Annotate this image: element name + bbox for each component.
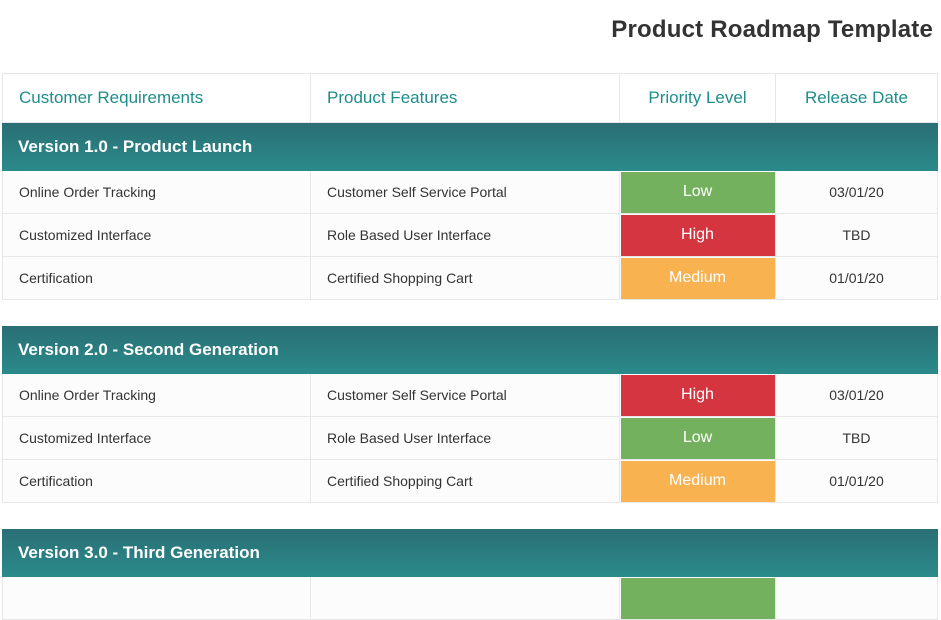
priority-badge: High <box>620 374 775 416</box>
table-row: Online Order Tracking Customer Self Serv… <box>2 171 938 214</box>
requirement-cell[interactable]: Online Order Tracking <box>2 171 311 214</box>
feature-cell[interactable] <box>311 577 620 620</box>
header-product-features: Product Features <box>311 73 620 123</box>
date-cell[interactable]: 03/01/20 <box>776 374 938 417</box>
header-release-date: Release Date <box>776 73 938 123</box>
date-cell[interactable]: 01/01/20 <box>776 257 938 300</box>
requirement-cell[interactable]: Customized Interface <box>2 214 311 257</box>
table-row: Certification Certified Shopping Cart Me… <box>2 460 938 503</box>
feature-cell[interactable]: Certified Shopping Cart <box>311 257 620 300</box>
date-cell[interactable]: 03/01/20 <box>776 171 938 214</box>
feature-cell[interactable]: Role Based User Interface <box>311 214 620 257</box>
section-header: Version 3.0 - Third Generation <box>2 529 938 577</box>
requirement-cell[interactable] <box>2 577 311 620</box>
table-row: Online Order Tracking Customer Self Serv… <box>2 374 938 417</box>
priority-badge: Low <box>620 417 775 459</box>
priority-cell[interactable]: Low <box>620 171 776 214</box>
feature-cell[interactable]: Customer Self Service Portal <box>311 171 620 214</box>
priority-badge <box>620 577 775 619</box>
priority-badge: High <box>620 214 775 256</box>
priority-cell[interactable]: High <box>620 374 776 417</box>
page-title: Product Roadmap Template <box>611 16 933 43</box>
table-row-partial <box>2 577 938 620</box>
date-cell[interactable]: TBD <box>776 214 938 257</box>
feature-cell[interactable]: Certified Shopping Cart <box>311 460 620 503</box>
feature-cell[interactable]: Role Based User Interface <box>311 417 620 460</box>
section-header: Version 1.0 - Product Launch <box>2 123 938 171</box>
requirement-cell[interactable]: Certification <box>2 460 311 503</box>
requirement-cell[interactable]: Customized Interface <box>2 417 311 460</box>
requirement-cell[interactable]: Certification <box>2 257 311 300</box>
header-customer-requirements: Customer Requirements <box>2 73 311 123</box>
table-row: Certification Certified Shopping Cart Me… <box>2 257 938 300</box>
table-row: Customized Interface Role Based User Int… <box>2 214 938 257</box>
header-priority-level: Priority Level <box>620 73 776 123</box>
feature-cell[interactable]: Customer Self Service Portal <box>311 374 620 417</box>
priority-badge: Medium <box>620 257 775 299</box>
priority-cell[interactable]: Medium <box>620 257 776 300</box>
header-row: Customer Requirements Product Features P… <box>2 73 938 123</box>
priority-cell[interactable]: High <box>620 214 776 257</box>
requirement-cell[interactable]: Online Order Tracking <box>2 374 311 417</box>
priority-badge: Medium <box>620 460 775 502</box>
date-cell[interactable] <box>776 577 938 620</box>
priority-cell[interactable]: Low <box>620 417 776 460</box>
priority-cell[interactable]: Medium <box>620 460 776 503</box>
table-row: Customized Interface Role Based User Int… <box>2 417 938 460</box>
section-header: Version 2.0 - Second Generation <box>2 326 938 374</box>
priority-badge: Low <box>620 171 775 213</box>
date-cell[interactable]: 01/01/20 <box>776 460 938 503</box>
date-cell[interactable]: TBD <box>776 417 938 460</box>
roadmap-table: Customer Requirements Product Features P… <box>2 73 938 620</box>
priority-cell[interactable] <box>620 577 776 620</box>
